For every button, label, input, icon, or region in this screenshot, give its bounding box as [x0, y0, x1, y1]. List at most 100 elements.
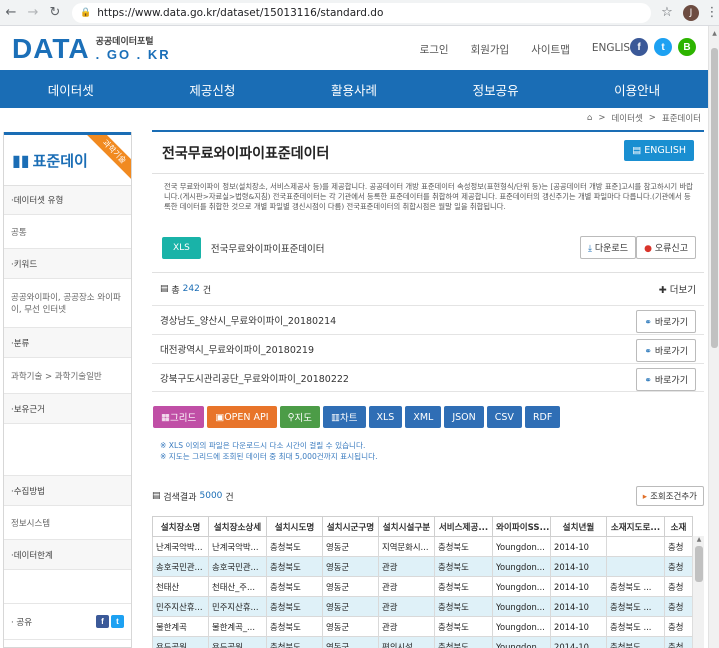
bookmark-star-icon[interactable]: ☆: [657, 5, 677, 20]
table-cell: 물한계곡_...: [208, 616, 267, 637]
table-cell: Youngdon...: [492, 536, 551, 557]
facebook-icon[interactable]: f: [630, 38, 648, 56]
blog-icon[interactable]: B: [678, 38, 696, 56]
share-label: · 공유: [11, 617, 33, 628]
signup-link[interactable]: 회원가입: [471, 42, 510, 57]
link-icon: ⚭: [644, 347, 652, 357]
add-condition-button[interactable]: ▸ 조회조건추가: [635, 486, 704, 506]
table-cell: 관광: [378, 576, 435, 597]
note-line: ※ 지도는 그리드에 조회된 데이터 중 최대 5,000건까지 표시됩니다.: [160, 452, 378, 461]
main-nav: 데이터셋 제공신청 활용사례 정보공유 이용안내: [0, 70, 708, 108]
download-button[interactable]: ⤓ 다운로드: [580, 236, 636, 259]
address-bar[interactable]: 🔒 https://www.data.go.kr/dataset/1501311…: [72, 2, 651, 23]
column-header[interactable]: 설치시도명: [266, 516, 323, 537]
list-item-name[interactable]: 강북구도시관리공단_무료와이파이_20180222: [160, 371, 349, 385]
column-header[interactable]: 설치시설구분: [378, 516, 435, 537]
format-button-csv[interactable]: CSV: [486, 406, 522, 428]
table-cell: 2014-10: [550, 576, 607, 597]
format-icon: ▥: [331, 411, 341, 423]
sidebar-section-value: 공통: [4, 215, 131, 249]
table-cell: Youngdon...: [492, 596, 551, 617]
table-row[interactable]: 천태산 천태산_주... 충청북도 영동군 관광 충청북도 Youngdon... 2014-…: [152, 576, 693, 597]
table-row[interactable]: 물한계곡 물한계곡_... 충청북도 영동군 관광 충청북도 Youngdon... 2014…: [152, 616, 693, 637]
format-button-지도[interactable]: ⚲ 지도: [279, 406, 321, 428]
column-header[interactable]: 설치년월: [550, 516, 607, 537]
file-list-icon: ▤: [160, 284, 172, 294]
english-button[interactable]: ▤ ENGLISH: [624, 140, 694, 161]
total-count: 242: [182, 284, 200, 294]
breadcrumb: ⌂ > 데이터셋 > 표준데이터: [586, 112, 701, 124]
format-button-차트[interactable]: ▥ 차트: [323, 406, 366, 428]
download-icon: ⤓: [588, 244, 595, 254]
go-button[interactable]: ⚭ 바로가기: [636, 310, 696, 333]
table-row[interactable]: 용두공원 용두공원_... 충청북도 영동군 편의시설 충청북도 Youngdon... 20…: [152, 636, 693, 648]
page-scroll-up-icon[interactable]: ▲: [709, 30, 719, 37]
list-item-name[interactable]: 대전광역시_무료와이파이_20180219: [160, 342, 314, 356]
forward-icon[interactable]: →: [22, 5, 44, 20]
more-button[interactable]: ✚ 더보기: [659, 282, 696, 296]
column-header[interactable]: 설치장소상세: [208, 516, 267, 537]
format-button-json[interactable]: JSON: [444, 406, 484, 428]
column-header[interactable]: 설치장소명: [152, 516, 209, 537]
go-button[interactable]: ⚭ 바로가기: [636, 339, 696, 362]
share-twitter-icon[interactable]: t: [111, 615, 124, 628]
social-links: f t B: [630, 38, 696, 56]
format-button-그리드[interactable]: ▦ 그리드: [153, 406, 205, 428]
page-scroll-thumb[interactable]: [711, 48, 718, 348]
format-button-xls[interactable]: XLS: [368, 406, 403, 428]
table-row[interactable]: 난계국악박... 난계국악박... 충청북도 영동군 지역문화시... 충청북도 Young…: [152, 536, 693, 557]
table-scrollbar[interactable]: ▲: [692, 536, 704, 648]
share-facebook-icon[interactable]: f: [96, 615, 109, 628]
home-icon[interactable]: ⌂: [587, 113, 592, 123]
list-item-name[interactable]: 경상남도_양산시_무료와이파이_20180214: [160, 313, 336, 327]
twitter-icon[interactable]: t: [654, 38, 672, 56]
format-button-rdf[interactable]: RDF: [524, 406, 561, 428]
nav-cases[interactable]: 활용사례: [283, 70, 425, 108]
column-header[interactable]: 소재지도로...: [606, 516, 665, 537]
column-header[interactable]: 와이파이SS...: [492, 516, 551, 537]
table-row[interactable]: 민주지산휴... 민주지산휴... 충청북도 영동군 관광 충청북도 Youngdon...…: [152, 596, 693, 617]
list-item: 강북구도시관리공단_무료와이파이_20180222 ⚭ 바로가기: [152, 363, 704, 392]
nav-info-share[interactable]: 정보공유: [425, 70, 567, 108]
nav-guide[interactable]: 이용안내: [566, 70, 708, 108]
table-row[interactable]: 송호국민관... 송호국민관... 충청북도 영동군 관광 충청북도 Youngdon...…: [152, 556, 693, 577]
table-cell: 2014-10: [550, 636, 607, 648]
table-cell: 2014-10: [550, 616, 607, 637]
table-scroll-thumb[interactable]: [695, 546, 703, 582]
sidebar: ▮▮ 표준데이 과학기술 ·데이터셋 유형 공통 ·키워드 공공와이파이, 공공장소 …: [3, 132, 132, 648]
column-header[interactable]: 소재: [664, 516, 693, 537]
file-row: XLS 전국무료와이파이표준데이터 ⤓ 다운로드 ● 오류신고: [152, 236, 704, 260]
login-link[interactable]: 로그인: [420, 42, 449, 57]
breadcrumb-dataset[interactable]: 데이터셋: [611, 112, 642, 124]
site-logo[interactable]: DATA 공공데이터포털 . GO . KR: [12, 34, 171, 64]
table-cell: 민주지산휴...: [208, 596, 267, 617]
back-icon[interactable]: ←: [0, 5, 22, 20]
nav-dataset[interactable]: 데이터셋: [0, 70, 142, 108]
scroll-up-icon[interactable]: ▲: [693, 536, 704, 546]
table-cell: 충청북도: [266, 536, 323, 557]
lock-icon: 🔒: [80, 7, 92, 18]
nav-request[interactable]: 제공신청: [142, 70, 284, 108]
table-cell: [606, 536, 665, 557]
note-line: ※ XLS 이외의 파일은 다운로드시 다소 시간이 걸릴 수 있습니다.: [160, 441, 366, 450]
column-header[interactable]: 설치시군구명: [322, 516, 379, 537]
format-button-open-api[interactable]: ▣ OPEN API: [207, 406, 277, 428]
table-cell: 충청: [664, 636, 693, 648]
go-button[interactable]: ⚭ 바로가기: [636, 368, 696, 391]
format-buttons: ▦ 그리드 ▣ OPEN API ⚲ 지도 ▥ 차트 XLS XML JSON CSV RDF: [152, 406, 704, 428]
reload-icon[interactable]: ↻: [44, 5, 66, 20]
profile-avatar[interactable]: J: [683, 4, 699, 21]
xls-badge: XLS: [162, 237, 201, 259]
sitemap-link[interactable]: 사이트맵: [531, 42, 570, 57]
table-cell: 난계국악박...: [208, 536, 267, 557]
table-cell: 영동군: [322, 556, 379, 577]
browser-menu-icon[interactable]: ⋮: [705, 5, 719, 20]
column-header[interactable]: 서비스제공...: [434, 516, 493, 537]
table-cell: 영동군: [322, 616, 379, 637]
format-button-xml[interactable]: XML: [405, 406, 442, 428]
result-count: 5000: [199, 491, 223, 501]
breadcrumb-standard[interactable]: 표준데이터: [662, 112, 701, 124]
page-scrollbar[interactable]: ▲: [708, 26, 719, 648]
error-report-button[interactable]: ● 오류신고: [636, 236, 696, 259]
table-cell: 충청북도: [434, 536, 493, 557]
